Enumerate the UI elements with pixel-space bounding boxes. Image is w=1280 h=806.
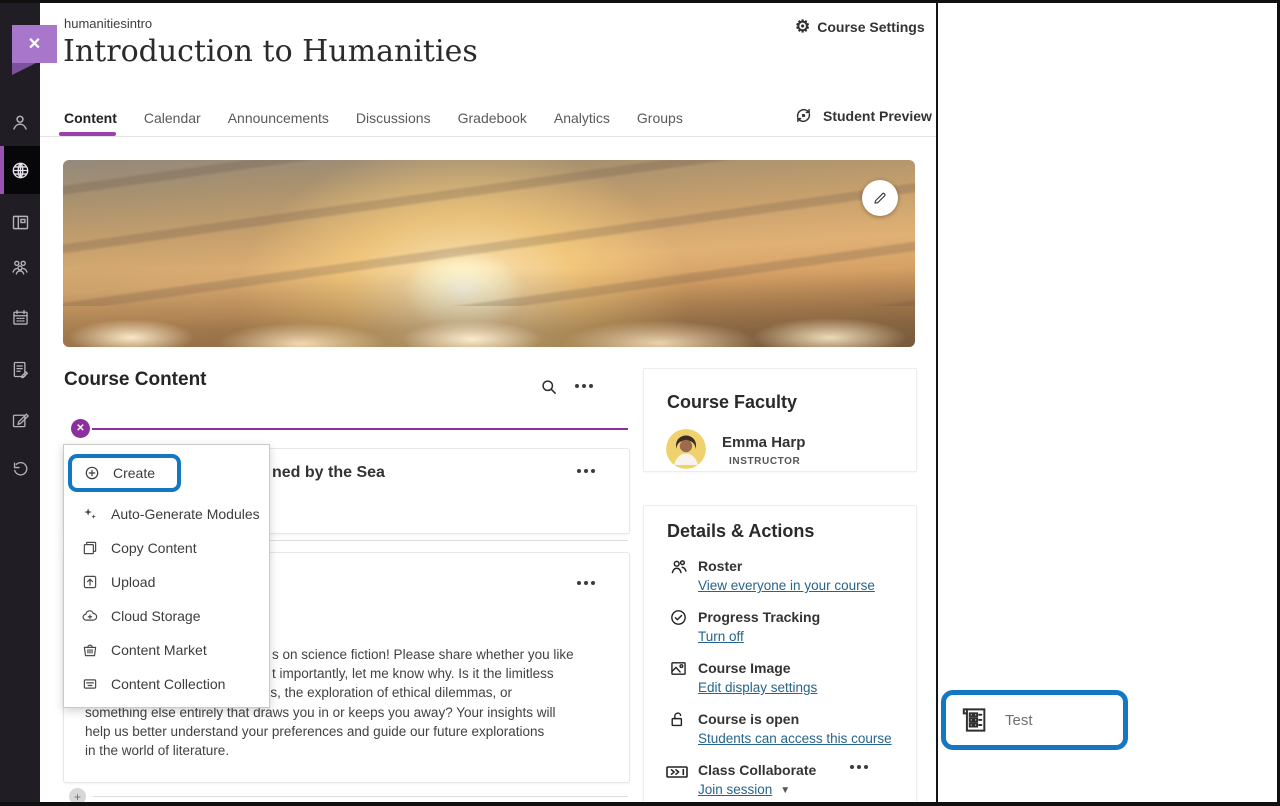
edit-banner-button[interactable] bbox=[862, 180, 898, 216]
tab-analytics[interactable]: Analytics bbox=[554, 110, 610, 126]
sidebar-active-item[interactable] bbox=[0, 146, 40, 194]
blackboard-course-screen: ✕ humanitiesintro Introduction to Humani… bbox=[0, 0, 1280, 806]
progress-tracking-link[interactable]: Turn off bbox=[698, 629, 744, 644]
progress-circle-icon bbox=[668, 607, 690, 629]
tab-calendar[interactable]: Calendar bbox=[144, 110, 201, 126]
tab-discussions[interactable]: Discussions bbox=[356, 110, 431, 126]
tab-announcements[interactable]: Announcements bbox=[228, 110, 329, 126]
organizations-icon[interactable] bbox=[0, 245, 40, 289]
copy-icon bbox=[81, 539, 99, 557]
tabbar-divider bbox=[40, 136, 936, 137]
menu-item-cloud-storage[interactable]: Cloud Storage bbox=[64, 599, 269, 633]
insert-content-line bbox=[92, 428, 628, 430]
people-icon bbox=[668, 556, 690, 578]
pencil-icon bbox=[872, 190, 888, 206]
section-title-course-content: Course Content bbox=[64, 369, 207, 391]
course-faculty-title: Course Faculty bbox=[667, 392, 797, 413]
gear-icon: ⚙ bbox=[795, 18, 810, 35]
app-sidebar bbox=[0, 0, 40, 806]
avatar[interactable] bbox=[666, 429, 706, 469]
course-image-link[interactable]: Edit display settings bbox=[698, 680, 817, 695]
calendar-icon[interactable] bbox=[0, 295, 40, 339]
menu-item-copy-content[interactable]: Copy Content bbox=[64, 531, 269, 565]
chevron-down-icon: ▼ bbox=[780, 785, 790, 796]
globe-icon bbox=[0, 148, 40, 192]
course-image-label: Course Image bbox=[698, 660, 791, 676]
join-session-link[interactable]: Join session▼ bbox=[698, 782, 790, 797]
menu-item-auto-generate-modules[interactable]: Auto-Generate Modules bbox=[64, 497, 269, 531]
cloud-icon bbox=[81, 607, 99, 625]
content-item-title[interactable]: ned by the Sea bbox=[272, 464, 385, 482]
close-panel-button[interactable]: ✕ bbox=[12, 25, 57, 63]
plus-circle-icon bbox=[83, 464, 101, 482]
student-preview-button[interactable]: Student Preview bbox=[793, 105, 932, 126]
course-open-label: Course is open bbox=[698, 711, 799, 727]
faculty-name: Emma Harp bbox=[722, 434, 805, 451]
window-border-top bbox=[0, 0, 1280, 3]
collaborate-overflow-menu[interactable] bbox=[850, 765, 868, 769]
menu-item-upload[interactable]: Upload bbox=[64, 565, 269, 599]
course-tabs: Content Calendar Announcements Discussio… bbox=[64, 100, 683, 136]
compose-icon[interactable] bbox=[0, 398, 40, 442]
gradebook-icon[interactable] bbox=[0, 347, 40, 391]
badge-fold bbox=[12, 63, 36, 75]
insert-content-close-button[interactable]: ✕ bbox=[71, 419, 90, 438]
unlock-icon bbox=[668, 709, 690, 731]
details-actions-title: Details & Actions bbox=[667, 521, 814, 542]
banner-cloud-layer bbox=[63, 268, 915, 347]
close-icon: ✕ bbox=[28, 34, 41, 54]
collaborate-icon bbox=[664, 760, 686, 782]
add-content-menu: Create Auto-Generate Modules Copy Conten… bbox=[63, 444, 270, 708]
menu-item-create[interactable]: Create bbox=[64, 449, 269, 497]
test-icon bbox=[957, 703, 991, 737]
create-item-panel bbox=[936, 3, 1279, 802]
tab-content[interactable]: Content bbox=[64, 110, 117, 126]
page-title: Introduction to Humanities bbox=[63, 34, 478, 69]
student-preview-icon bbox=[793, 105, 814, 126]
search-icon[interactable] bbox=[539, 377, 559, 397]
sign-out-icon[interactable] bbox=[0, 447, 40, 491]
window-border-bottom bbox=[0, 802, 1280, 806]
content-item-overflow-menu[interactable] bbox=[577, 581, 595, 585]
sparkle-icon bbox=[81, 505, 99, 523]
course-content-overflow-menu[interactable] bbox=[575, 384, 593, 388]
course-id: humanitiesintro bbox=[64, 16, 152, 31]
upload-icon bbox=[81, 573, 99, 591]
menu-item-content-market[interactable]: Content Market bbox=[64, 633, 269, 667]
roster-link[interactable]: View everyone in your course bbox=[698, 578, 875, 593]
add-content-line bbox=[93, 796, 628, 797]
tab-gradebook[interactable]: Gradebook bbox=[458, 110, 527, 126]
course-settings-button[interactable]: ⚙ Course Settings bbox=[795, 18, 925, 35]
collection-icon bbox=[81, 675, 99, 693]
roster-label: Roster bbox=[698, 558, 742, 574]
menu-item-content-collection[interactable]: Content Collection bbox=[64, 667, 269, 701]
basket-icon bbox=[81, 641, 99, 659]
tab-groups[interactable]: Groups bbox=[637, 110, 683, 126]
image-icon bbox=[668, 658, 690, 680]
keyboard-focus-highlight: Create bbox=[68, 454, 181, 492]
courses-icon[interactable] bbox=[0, 200, 40, 244]
profile-icon[interactable] bbox=[0, 100, 40, 144]
faculty-role-badge: INSTRUCTOR bbox=[729, 456, 800, 467]
course-open-link[interactable]: Students can access this course bbox=[698, 731, 892, 746]
course-banner-image bbox=[63, 160, 915, 347]
progress-tracking-label: Progress Tracking bbox=[698, 609, 820, 625]
create-item-test[interactable]: Test bbox=[941, 690, 1128, 750]
content-item-overflow-menu[interactable] bbox=[577, 469, 595, 473]
class-collaborate-label: Class Collaborate bbox=[698, 762, 816, 778]
